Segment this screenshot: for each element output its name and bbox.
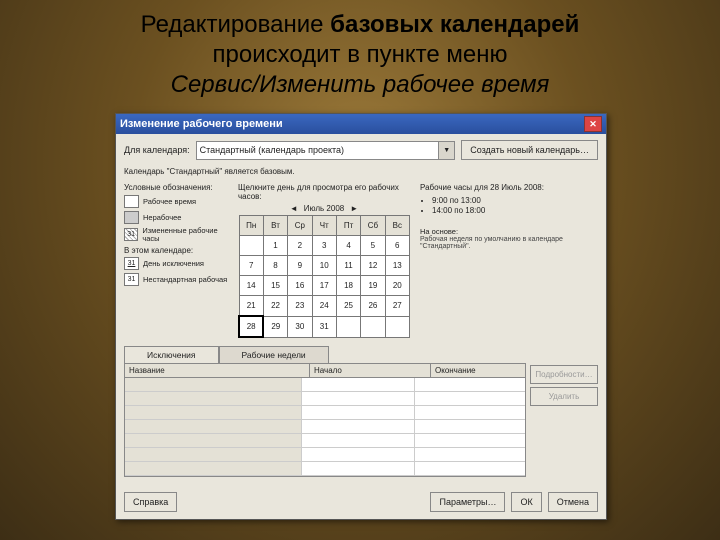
calendar-day[interactable] <box>361 316 385 337</box>
col-start: Начало <box>310 364 431 377</box>
calendar-day[interactable]: 20 <box>385 276 409 296</box>
legend-swatch-working <box>124 195 139 208</box>
calendar-day[interactable] <box>336 316 360 337</box>
cal-prev-icon[interactable]: ◄ <box>290 204 298 213</box>
legend-exception-day: День исключения <box>143 260 204 268</box>
calendar-day[interactable]: 8 <box>263 256 287 276</box>
dow-header: Ср <box>288 216 312 236</box>
calendar-day[interactable] <box>239 236 263 256</box>
close-icon[interactable]: ✕ <box>584 116 602 132</box>
heading-l3: Сервис/Изменить рабочее время <box>171 71 550 98</box>
dow-header: Вт <box>263 216 287 236</box>
calendar-day[interactable]: 23 <box>288 296 312 317</box>
tab-workweeks[interactable]: Рабочие недели <box>219 346 329 363</box>
legend-title: Условные обозначения: <box>124 183 232 192</box>
calendar-select[interactable]: Стандартный (календарь проекта) ▼ <box>196 141 456 160</box>
based-on-text: Рабочая неделя по умолчанию в календаре … <box>420 236 598 250</box>
tab-exceptions[interactable]: Исключения <box>124 346 219 363</box>
heading-l1b: базовых календарей <box>330 11 579 38</box>
col-name: Название <box>125 364 310 377</box>
col-end: Окончание <box>431 364 525 377</box>
calendar-day[interactable]: 3 <box>312 236 336 256</box>
calendar-day[interactable]: 13 <box>385 256 409 276</box>
calendar-day[interactable]: 12 <box>361 256 385 276</box>
exceptions-grid[interactable]: Название Начало Окончание <box>124 363 526 477</box>
calendar-grid[interactable]: ПнВтСрЧтПтСбВс 1234567891011121314151617… <box>238 215 410 338</box>
calendar-day[interactable]: 1 <box>263 236 287 256</box>
detail-title: Рабочие часы для 28 Июль 2008: <box>420 183 598 192</box>
calendar-day[interactable]: 24 <box>312 296 336 317</box>
calendar-day[interactable]: 25 <box>336 296 360 317</box>
calendar-day[interactable]: 19 <box>361 276 385 296</box>
legend-nonstandard: Нестандартная рабочая <box>143 276 227 284</box>
legend-swatch-exception: 31 <box>124 257 139 270</box>
legend-this-calendar: В этом календаре: <box>124 246 232 255</box>
calendar-month: Июль 2008 <box>304 204 344 213</box>
work-hours-1: 9:00 по 13:00 <box>432 196 598 205</box>
calendar-day[interactable]: 17 <box>312 276 336 296</box>
click-day-note: Щелкните день для просмотра его рабочих … <box>238 183 410 201</box>
calendar-day[interactable]: 18 <box>336 276 360 296</box>
legend-changed: Измененные рабочие часы <box>142 227 232 242</box>
dow-header: Пт <box>336 216 360 236</box>
calendar-day[interactable]: 10 <box>312 256 336 276</box>
calendar-day[interactable]: 6 <box>385 236 409 256</box>
for-calendar-label: Для календаря: <box>124 145 190 155</box>
calendar-day[interactable]: 5 <box>361 236 385 256</box>
calendar-day[interactable]: 29 <box>263 316 287 337</box>
dow-header: Вс <box>385 216 409 236</box>
calendar-day[interactable]: 16 <box>288 276 312 296</box>
delete-button[interactable]: Удалить <box>530 387 598 406</box>
calendar-day[interactable]: 11 <box>336 256 360 276</box>
options-button[interactable]: Параметры… <box>430 492 505 512</box>
work-hours-2: 14:00 по 18:00 <box>432 206 598 215</box>
slide-heading: Редактирование базовых календарей происх… <box>0 10 720 100</box>
calendar-day[interactable]: 21 <box>239 296 263 317</box>
heading-l2: происходит в пункте меню <box>213 41 508 68</box>
calendar-day[interactable] <box>385 316 409 337</box>
titlebar[interactable]: Изменение рабочего времени ✕ <box>116 114 606 134</box>
calendar-day[interactable]: 2 <box>288 236 312 256</box>
calendar-selected: Стандартный (календарь проекта) <box>200 145 344 155</box>
calendar-day[interactable]: 4 <box>336 236 360 256</box>
ok-button[interactable]: ОК <box>511 492 541 512</box>
calendar-day[interactable]: 30 <box>288 316 312 337</box>
chevron-down-icon[interactable]: ▼ <box>438 142 454 159</box>
calendar-day[interactable]: 9 <box>288 256 312 276</box>
legend-working: Рабочее время <box>143 198 196 206</box>
calendar-day[interactable]: 14 <box>239 276 263 296</box>
legend-swatch-nonworking <box>124 211 139 224</box>
heading-l1a: Редактирование <box>141 11 331 38</box>
create-calendar-button[interactable]: Создать новый календарь… <box>461 140 598 160</box>
calendar-day[interactable]: 31 <box>312 316 336 337</box>
base-calendar-note: Календарь "Стандартный" является базовым… <box>116 166 606 179</box>
calendar-day[interactable]: 28 <box>239 316 263 337</box>
dow-header: Пн <box>239 216 263 236</box>
dow-header: Сб <box>361 216 385 236</box>
details-button[interactable]: Подробности… <box>530 365 598 384</box>
calendar-day[interactable]: 27 <box>385 296 409 317</box>
calendar-day[interactable]: 7 <box>239 256 263 276</box>
calendar-day[interactable]: 15 <box>263 276 287 296</box>
legend-swatch-nonstd: 31 <box>124 273 139 286</box>
dow-header: Чт <box>312 216 336 236</box>
window-title: Изменение рабочего времени <box>120 118 283 130</box>
cal-next-icon[interactable]: ► <box>350 204 358 213</box>
calendar-day[interactable]: 26 <box>361 296 385 317</box>
legend-swatch-changed: 31 <box>124 228 138 241</box>
legend-nonworking: Нерабочее <box>143 214 181 222</box>
calendar-day[interactable]: 22 <box>263 296 287 317</box>
cancel-button[interactable]: Отмена <box>548 492 598 512</box>
based-on-label: На основе: <box>420 227 598 236</box>
help-button[interactable]: Справка <box>124 492 177 512</box>
dialog-window: Изменение рабочего времени ✕ Для календа… <box>115 113 607 520</box>
